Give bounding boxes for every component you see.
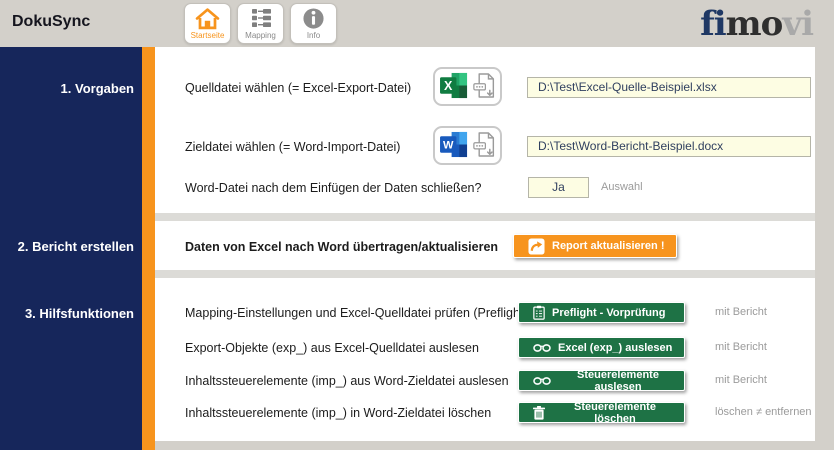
home-icon <box>195 6 220 30</box>
close-word-label: Word-Datei nach dem Einfügen der Daten s… <box>185 181 481 195</box>
info-icon <box>302 6 325 30</box>
nav-label: Info <box>307 30 320 41</box>
glasses-icon <box>533 343 551 353</box>
nav-startseite-button[interactable]: Startseite <box>184 3 231 44</box>
delete-controls-hint: löschen ≠ entfernen <box>715 406 812 418</box>
report-update-button[interactable]: Report aktualisieren ! <box>513 234 677 258</box>
close-word-hint: Auswahl <box>601 181 643 193</box>
nav-label: Startseite <box>191 30 225 41</box>
sidebar-accent-stripe <box>142 47 155 450</box>
transfer-label: Daten von Excel nach Word übertragen/akt… <box>185 240 498 254</box>
read-excel-button[interactable]: Excel (exp_) auslesen <box>518 337 685 358</box>
svg-text:X: X <box>444 79 453 93</box>
sidebar-section-bericht: 2. Bericht erstellen <box>0 239 134 254</box>
read-controls-label: Inhaltssteuerelemente (imp_) aus Word-Zi… <box>185 374 509 388</box>
section-divider <box>155 213 815 221</box>
file-open-icon <box>473 131 496 161</box>
preflight-button[interactable]: Preflight - Vorprüfung <box>518 302 685 323</box>
read-controls-button-label: Steuerelemente auslesen <box>558 369 678 393</box>
glasses-icon <box>533 376 551 386</box>
preflight-label: Mapping-Einstellungen und Excel-Quelldat… <box>185 306 528 320</box>
trash-icon <box>533 406 545 420</box>
delete-controls-button[interactable]: Steuerelemente löschen <box>518 402 685 423</box>
file-open-icon <box>473 72 496 102</box>
excel-file-picker-button[interactable]: X <box>433 67 502 106</box>
dokusync-window: DokuSync Startseite <box>0 0 834 450</box>
nav-info-button[interactable]: Info <box>290 3 337 44</box>
nav-label: Mapping <box>245 30 276 41</box>
target-path-field[interactable]: D:\Test\Word-Bericht-Beispiel.docx <box>527 136 811 157</box>
app-title: DokuSync <box>12 13 90 31</box>
delete-controls-label: Inhaltssteuerelemente (imp_) in Word-Zie… <box>185 406 491 420</box>
read-excel-button-label: Excel (exp_) auslesen <box>558 342 672 354</box>
nav-mapping-button[interactable]: Mapping <box>237 3 284 44</box>
fimovi-logo: fimovi <box>700 4 813 44</box>
clipboard-icon <box>533 305 545 320</box>
word-logo-icon: W <box>440 131 469 161</box>
source-file-label: Quelldatei wählen (= Excel-Export-Datei) <box>185 81 411 95</box>
export-arrow-icon <box>528 238 545 255</box>
mapping-icon <box>249 6 273 30</box>
preflight-button-label: Preflight - Vorprüfung <box>552 307 665 319</box>
excel-logo-icon: X <box>440 72 469 102</box>
delete-controls-button-label: Steuerelemente löschen <box>552 401 678 425</box>
preflight-hint: mit Bericht <box>715 306 767 318</box>
word-file-picker-button[interactable]: W <box>433 126 502 165</box>
source-path-field[interactable]: D:\Test\Excel-Quelle-Beispiel.xlsx <box>527 77 811 98</box>
sidebar-section-vorgaben: 1. Vorgaben <box>0 81 134 96</box>
close-word-select[interactable]: Ja <box>528 177 589 198</box>
target-file-label: Zieldatei wählen (= Word-Import-Datei) <box>185 140 400 154</box>
read-controls-button[interactable]: Steuerelemente auslesen <box>518 370 685 391</box>
header-bar: DokuSync Startseite <box>0 0 834 47</box>
report-update-label: Report aktualisieren ! <box>552 240 664 252</box>
read-controls-hint: mit Bericht <box>715 374 767 386</box>
svg-text:W: W <box>442 139 453 151</box>
sidebar-section-hilfsfunktionen: 3. Hilfsfunktionen <box>0 306 134 321</box>
read-excel-hint: mit Bericht <box>715 341 767 353</box>
section-divider <box>155 270 815 278</box>
read-excel-label: Export-Objekte (exp_) aus Excel-Quelldat… <box>185 341 479 355</box>
